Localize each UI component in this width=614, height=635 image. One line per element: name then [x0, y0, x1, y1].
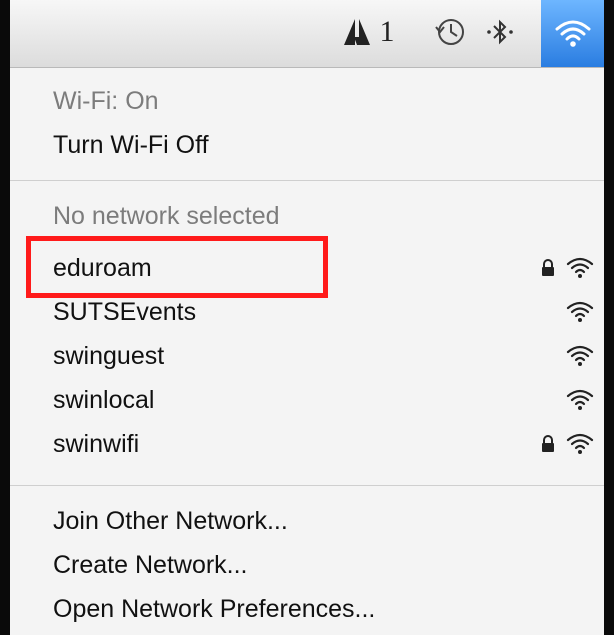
network-name: swinlocal [53, 386, 155, 414]
lock-icon [540, 435, 556, 453]
network-name: SUTSEvents [53, 298, 197, 326]
network-item-eduroam[interactable]: eduroam [53, 248, 604, 288]
create-network-item[interactable]: Create Network... [53, 545, 604, 585]
wifi-signal-icon [566, 300, 594, 324]
network-status: No network selected [53, 202, 280, 230]
wifi-signal-icon [566, 344, 594, 368]
network-name: eduroam [53, 254, 152, 282]
menu-bar: 1 [10, 0, 604, 68]
adobe-icon[interactable] [340, 10, 374, 54]
timemachine-icon[interactable] [430, 10, 470, 54]
network-item-swinguest[interactable]: swinguest [53, 336, 604, 376]
lock-icon [540, 259, 556, 277]
wifi-signal-icon [566, 388, 594, 412]
separator [10, 485, 604, 486]
network-name: swinwifi [53, 430, 140, 458]
network-item-swinlocal[interactable]: swinlocal [53, 380, 604, 420]
join-other-network-item[interactable]: Join Other Network... [53, 501, 604, 541]
turn-wifi-off-item[interactable]: Turn Wi-Fi Off [53, 125, 604, 165]
separator [10, 180, 604, 181]
wifi-signal-icon [566, 432, 594, 456]
bluetooth-icon[interactable] [483, 10, 517, 54]
wifi-menu: Wi-Fi: On Turn Wi-Fi Off No network sele… [10, 68, 604, 635]
adobe-update-count[interactable]: 1 [376, 10, 398, 54]
open-network-preferences-item[interactable]: Open Network Preferences... [53, 589, 604, 629]
screenshot-frame: 1 Wi-Fi: On Turn Wi-Fi Off No network se… [10, 0, 604, 635]
wifi-signal-icon [566, 256, 594, 280]
wifi-menu-icon[interactable] [541, 0, 604, 67]
wifi-status: Wi-Fi: On [53, 87, 159, 115]
network-name: swinguest [53, 342, 165, 370]
network-item-swinwifi[interactable]: swinwifi [53, 424, 604, 464]
network-item-sutsevents[interactable]: SUTSEvents [53, 292, 604, 332]
